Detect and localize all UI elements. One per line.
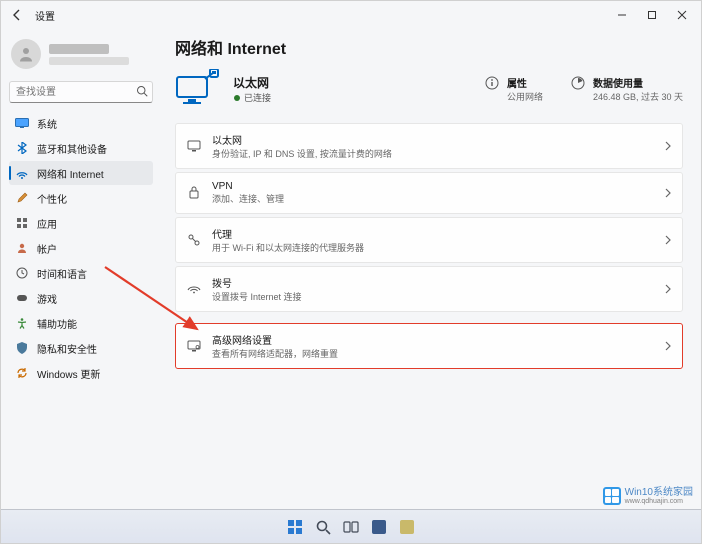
main-content: 网络和 Internet 以太网 已连 bbox=[161, 29, 701, 543]
sidebar-item-label: 网络和 Internet bbox=[37, 166, 104, 181]
taskbar-start-icon[interactable] bbox=[283, 515, 307, 539]
card-sub: 添加、连接、管理 bbox=[212, 192, 284, 205]
user-email-redacted bbox=[49, 57, 129, 65]
taskbar-app-icon[interactable] bbox=[367, 515, 391, 539]
sidebar-item-label: 帐户 bbox=[37, 241, 57, 256]
sidebar-item-label: 蓝牙和其他设备 bbox=[37, 141, 107, 156]
sidebar-item-label: 系统 bbox=[37, 116, 57, 131]
proxy-icon bbox=[186, 234, 202, 246]
watermark-logo-icon bbox=[603, 487, 621, 505]
accessibility-icon bbox=[15, 317, 29, 329]
card-sub: 设置拨号 Internet 连接 bbox=[212, 290, 302, 303]
stat-sub: 公用网络 bbox=[507, 90, 543, 103]
chevron-right-icon bbox=[664, 341, 672, 351]
user-name-block bbox=[49, 44, 129, 65]
sidebar-item-label: 个性化 bbox=[37, 191, 67, 206]
sidebar-item-label: 时间和语言 bbox=[37, 266, 87, 281]
settings-card-list: 以太网 身份验证, IP 和 DNS 设置, 按流量计费的网络 VPN 添加、连… bbox=[175, 123, 683, 369]
page-title: 网络和 Internet bbox=[175, 35, 683, 59]
time-icon bbox=[15, 267, 29, 279]
accounts-icon bbox=[15, 242, 29, 254]
card-advanced-network[interactable]: 高级网络设置 查看所有网络适配器，网络重置 bbox=[175, 323, 683, 369]
sidebar-item-apps[interactable]: 应用 bbox=[9, 211, 153, 235]
dialup-icon bbox=[186, 284, 202, 294]
card-dialup[interactable]: 拨号 设置拨号 Internet 连接 bbox=[175, 266, 683, 312]
sidebar-item-update[interactable]: Windows 更新 bbox=[9, 361, 153, 385]
search-icon bbox=[136, 85, 148, 97]
sidebar-item-gaming[interactable]: 游戏 bbox=[9, 286, 153, 310]
avatar bbox=[11, 39, 41, 69]
taskbar-taskview-icon[interactable] bbox=[339, 515, 363, 539]
sidebar-item-accounts[interactable]: 帐户 bbox=[9, 236, 153, 260]
data-usage-icon bbox=[571, 76, 587, 92]
sidebar-item-label: Windows 更新 bbox=[37, 366, 100, 381]
data-usage-stat[interactable]: 数据使用量 246.48 GB, 过去 30 天 bbox=[571, 75, 683, 103]
card-ethernet[interactable]: 以太网 身份验证, IP 和 DNS 设置, 按流量计费的网络 bbox=[175, 123, 683, 169]
sidebar-item-personalize[interactable]: 个性化 bbox=[9, 186, 153, 210]
ethernet-icon bbox=[186, 140, 202, 152]
network-icon bbox=[15, 167, 29, 179]
minimize-button[interactable] bbox=[607, 3, 637, 27]
watermark-url: www.qdhuajin.com bbox=[625, 498, 693, 505]
personalize-icon bbox=[15, 192, 29, 204]
sidebar-item-network[interactable]: 网络和 Internet bbox=[9, 161, 153, 185]
sidebar-nav: 系统 蓝牙和其他设备 网络和 Internet 个性化 应用 bbox=[9, 111, 153, 385]
hero-connection-name: 以太网 bbox=[233, 74, 271, 91]
network-hero: 以太网 已连接 属性 公用网络 bbox=[175, 69, 683, 109]
card-vpn[interactable]: VPN 添加、连接、管理 bbox=[175, 172, 683, 214]
properties-stat[interactable]: 属性 公用网络 bbox=[485, 75, 543, 103]
sidebar-item-label: 辅助功能 bbox=[37, 316, 77, 331]
connected-dot-icon bbox=[233, 94, 241, 102]
chevron-right-icon bbox=[664, 284, 672, 294]
update-icon bbox=[15, 367, 29, 379]
close-button[interactable] bbox=[667, 3, 697, 27]
card-title: 拨号 bbox=[212, 275, 302, 290]
user-name-redacted bbox=[49, 44, 109, 54]
chevron-right-icon bbox=[664, 188, 672, 198]
stat-title: 数据使用量 bbox=[593, 75, 683, 90]
card-title: 代理 bbox=[212, 226, 364, 241]
system-icon bbox=[15, 118, 29, 128]
card-title: 高级网络设置 bbox=[212, 332, 338, 347]
card-sub: 查看所有网络适配器，网络重置 bbox=[212, 347, 338, 360]
sidebar-item-label: 应用 bbox=[37, 216, 57, 231]
card-proxy[interactable]: 代理 用于 Wi-Fi 和以太网连接的代理服务器 bbox=[175, 217, 683, 263]
card-title: 以太网 bbox=[212, 132, 392, 147]
user-account-row[interactable] bbox=[9, 33, 153, 79]
stat-title: 属性 bbox=[507, 75, 543, 90]
stat-sub: 246.48 GB, 过去 30 天 bbox=[593, 90, 683, 103]
ethernet-hero-icon bbox=[175, 69, 219, 109]
taskbar-app-icon[interactable] bbox=[395, 515, 419, 539]
privacy-icon bbox=[15, 342, 29, 354]
window-title: 设置 bbox=[35, 8, 55, 23]
vpn-icon bbox=[186, 186, 202, 200]
sidebar-item-time[interactable]: 时间和语言 bbox=[9, 261, 153, 285]
maximize-button[interactable] bbox=[637, 3, 667, 27]
taskbar-search-icon[interactable] bbox=[311, 515, 335, 539]
titlebar: 设置 bbox=[1, 1, 701, 29]
sidebar: 系统 蓝牙和其他设备 网络和 Internet 个性化 应用 bbox=[1, 29, 161, 543]
advanced-network-icon bbox=[186, 340, 202, 352]
taskbar[interactable] bbox=[1, 509, 701, 543]
info-icon bbox=[485, 76, 501, 92]
sidebar-item-label: 游戏 bbox=[37, 291, 57, 306]
card-sub: 身份验证, IP 和 DNS 设置, 按流量计费的网络 bbox=[212, 147, 392, 160]
chevron-right-icon bbox=[664, 235, 672, 245]
apps-icon bbox=[15, 217, 29, 229]
watermark: Win10系统家园 www.qdhuajin.com bbox=[603, 487, 693, 505]
watermark-title: Win10系统家园 bbox=[625, 488, 693, 498]
sidebar-item-bluetooth[interactable]: 蓝牙和其他设备 bbox=[9, 136, 153, 160]
hero-status: 已连接 bbox=[244, 91, 271, 104]
search-input[interactable] bbox=[9, 81, 153, 103]
back-button[interactable] bbox=[5, 3, 29, 27]
chevron-right-icon bbox=[664, 141, 672, 151]
sidebar-item-privacy[interactable]: 隐私和安全性 bbox=[9, 336, 153, 360]
sidebar-item-system[interactable]: 系统 bbox=[9, 111, 153, 135]
sidebar-item-label: 隐私和安全性 bbox=[37, 341, 97, 356]
bluetooth-icon bbox=[15, 142, 29, 154]
sidebar-item-accessibility[interactable]: 辅助功能 bbox=[9, 311, 153, 335]
card-sub: 用于 Wi-Fi 和以太网连接的代理服务器 bbox=[212, 241, 364, 254]
gaming-icon bbox=[15, 293, 29, 303]
card-title: VPN bbox=[212, 181, 284, 192]
